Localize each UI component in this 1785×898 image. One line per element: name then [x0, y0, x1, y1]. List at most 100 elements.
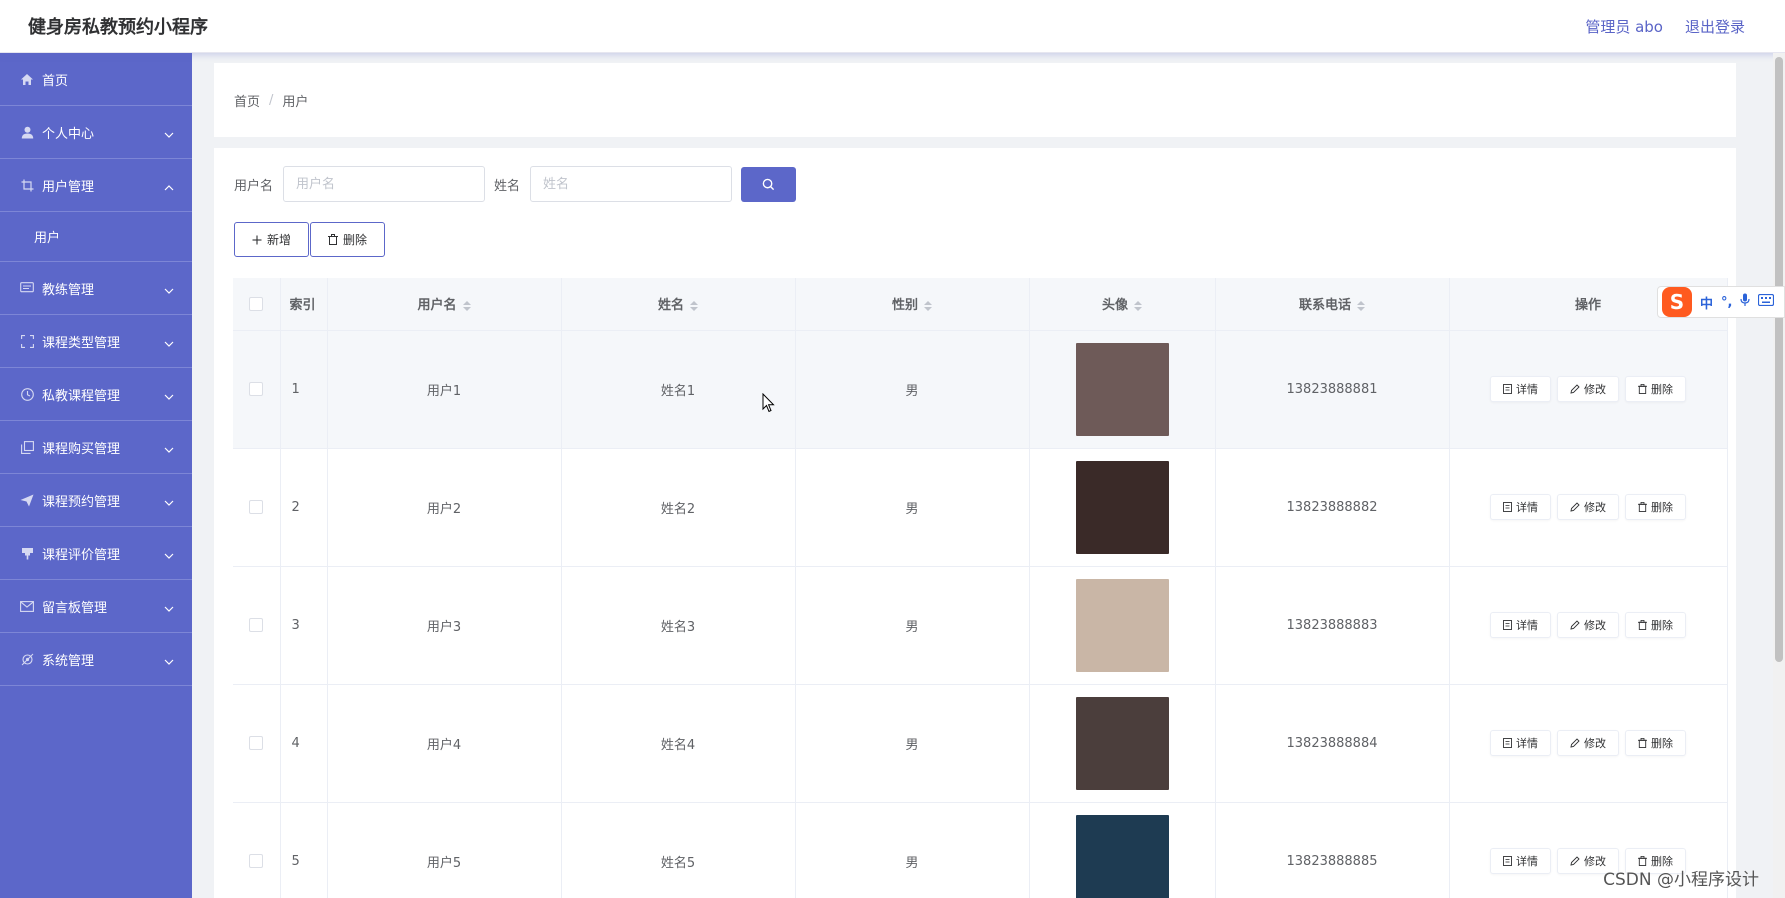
detail-button-label: 详情: [1516, 619, 1538, 632]
sidebar-item-6[interactable]: 课程购买管理: [0, 421, 192, 474]
breadcrumb-home[interactable]: 首页: [234, 91, 260, 110]
sidebar-item-1[interactable]: 个人中心: [0, 106, 192, 159]
column-header-gender[interactable]: 性别: [795, 278, 1030, 331]
avatar[interactable]: [1075, 578, 1169, 672]
avatar[interactable]: [1075, 814, 1169, 898]
row-delete-button[interactable]: 删除: [1625, 376, 1686, 402]
sidebar-item-3[interactable]: 教练管理: [0, 262, 192, 315]
main-content: 首页 / 用户 用户名 姓名 新增 删除: [192, 53, 1785, 898]
bulk-delete-button[interactable]: 删除: [310, 222, 386, 257]
table-row[interactable]: 3 用户3 姓名3 男 13823888883 详情 修改 删除: [233, 566, 1728, 685]
edit-button[interactable]: 修改: [1557, 730, 1619, 756]
sidebar-item-7[interactable]: 课程预约管理: [0, 474, 192, 527]
ime-toolbar: S 中 °,: [1657, 286, 1785, 318]
row-checkbox[interactable]: [249, 618, 264, 632]
detail-button[interactable]: 详情: [1490, 376, 1551, 402]
table-header-row: 索引 用户名 姓名 性别 头像 联系电话 操作: [233, 278, 1728, 331]
column-header-index: 索引: [280, 278, 328, 331]
row-select-cell: [233, 330, 281, 449]
detail-button[interactable]: 详情: [1490, 848, 1551, 874]
cell-gender: 男: [795, 448, 1030, 567]
chevron-down-icon: [164, 548, 174, 559]
row-delete-button[interactable]: 删除: [1625, 494, 1686, 520]
trash-icon: [328, 234, 339, 245]
row-delete-button-label: 删除: [1651, 501, 1673, 514]
add-button[interactable]: 新增: [234, 222, 310, 257]
row-select-cell: [233, 684, 281, 803]
column-header-avatar[interactable]: 头像: [1029, 278, 1216, 331]
keyboard-icon[interactable]: [1758, 293, 1775, 310]
cell-phone: 13823888881: [1215, 330, 1450, 449]
breadcrumb-separator: /: [269, 92, 274, 108]
sidebar-item-10[interactable]: 系统管理: [0, 633, 192, 686]
sort-icon[interactable]: [1357, 300, 1365, 311]
cell-avatar: [1029, 330, 1216, 449]
sort-icon[interactable]: [462, 300, 471, 311]
sort-icon[interactable]: [690, 300, 698, 311]
sidebar-item-label: 个人中心: [42, 126, 95, 142]
row-delete-button-label: 删除: [1651, 737, 1673, 750]
row-delete-button[interactable]: 删除: [1625, 730, 1686, 756]
cell-index: 1: [280, 330, 328, 449]
cell-phone: 13823888885: [1215, 802, 1450, 898]
logout-link[interactable]: 退出登录: [1685, 16, 1745, 37]
mail-icon: [20, 599, 34, 613]
name-search-input[interactable]: [530, 166, 733, 202]
edit-button[interactable]: 修改: [1557, 612, 1619, 638]
sort-icon[interactable]: [924, 300, 932, 311]
edit-button-label: 修改: [1584, 501, 1606, 514]
cell-phone: 13823888884: [1215, 684, 1450, 803]
avatar[interactable]: [1075, 696, 1169, 790]
microphone-icon[interactable]: [1740, 293, 1751, 311]
ime-mode-indicator[interactable]: 中: [1700, 293, 1713, 312]
avatar[interactable]: [1075, 460, 1169, 554]
column-header-username[interactable]: 用户名: [327, 278, 562, 331]
row-checkbox[interactable]: [249, 500, 264, 514]
sidebar-item-4[interactable]: 课程类型管理: [0, 315, 192, 368]
scrollbar-thumb[interactable]: [1775, 57, 1783, 662]
table-row[interactable]: 2 用户2 姓名2 男 13823888882 详情 修改 删除: [233, 448, 1728, 567]
sidebar-item-5[interactable]: 私教课程管理: [0, 368, 192, 421]
row-checkbox[interactable]: [249, 382, 264, 396]
detail-button[interactable]: 详情: [1490, 612, 1551, 638]
edit-button[interactable]: 修改: [1557, 494, 1619, 520]
row-delete-button[interactable]: 删除: [1625, 612, 1686, 638]
cell-actions: 详情 修改 删除: [1449, 566, 1728, 685]
sidebar-item-8[interactable]: 课程评价管理: [0, 527, 192, 580]
avatar[interactable]: [1075, 342, 1169, 436]
ime-punct-indicator[interactable]: °,: [1721, 295, 1732, 310]
edit-button[interactable]: 修改: [1557, 376, 1619, 402]
search-button[interactable]: [741, 166, 797, 202]
column-header-name[interactable]: 姓名: [561, 278, 796, 331]
cell-avatar: [1029, 566, 1216, 685]
detail-button[interactable]: 详情: [1490, 730, 1551, 756]
row-checkbox[interactable]: [249, 854, 264, 868]
detail-button[interactable]: 详情: [1490, 494, 1551, 520]
sidebar-item-label: 课程类型管理: [42, 335, 121, 351]
sidebar-item-label: 系统管理: [42, 653, 95, 669]
sidebar-item-9[interactable]: 留言板管理: [0, 580, 192, 633]
sidebar-subitem-2-0[interactable]: 用户: [0, 212, 192, 262]
page-scrollbar[interactable]: [1773, 53, 1785, 898]
content-card: 用户名 姓名 新增 删除: [214, 148, 1736, 898]
sidebar: 首页个人中心用户管理 用户 教练管理课程类型管理私教课程管理 课程购买管理课程预约管理…: [0, 53, 192, 898]
bulk-delete-label: 删除: [343, 233, 368, 247]
sidebar-item-2[interactable]: 用户管理: [0, 159, 192, 212]
column-header-phone[interactable]: 联系电话: [1215, 278, 1450, 331]
send-icon: [20, 493, 34, 507]
sidebar-item-label: 课程预约管理: [42, 494, 121, 510]
row-checkbox[interactable]: [249, 736, 264, 750]
sidebar-item-0[interactable]: 首页: [0, 53, 192, 106]
row-select-cell: [233, 448, 281, 567]
search-icon: [762, 178, 775, 190]
admin-user-label[interactable]: 管理员 abo: [1585, 16, 1663, 37]
breadcrumb: 首页 / 用户: [214, 63, 1736, 137]
table-row[interactable]: 1 用户1 姓名1 男 13823888881 详情 修改 删除: [233, 330, 1728, 449]
sort-icon[interactable]: [1134, 300, 1142, 311]
table-row[interactable]: 4 用户4 姓名4 男 13823888884 详情 修改 删除: [233, 684, 1728, 803]
username-search-input[interactable]: [283, 166, 486, 202]
select-all-checkbox[interactable]: [249, 296, 264, 311]
sogou-logo-icon[interactable]: S: [1662, 287, 1692, 317]
table-row[interactable]: 5 用户5 姓名5 男 13823888885 详情 修改 删除: [233, 802, 1728, 898]
sidebar-item-label: 课程评价管理: [42, 547, 121, 563]
